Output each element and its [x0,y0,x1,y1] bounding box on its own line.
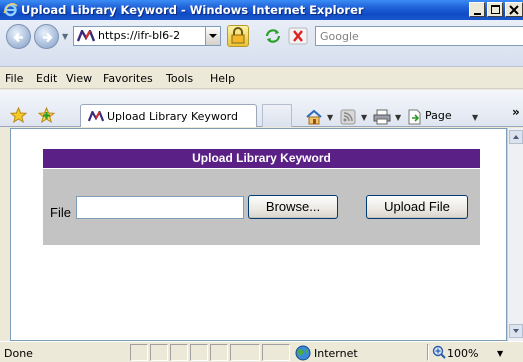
status-cell [150,344,168,361]
menu-file[interactable]: File [5,72,23,85]
vertical-scrollbar[interactable] [507,128,523,341]
file-path-input[interactable] [76,196,244,219]
maximize-button[interactable] [487,2,503,17]
close-button[interactable] [505,2,523,17]
rss-feed-icon [340,109,356,125]
status-text: Done [4,347,33,360]
new-tab-button[interactable] [262,104,292,127]
menu-view[interactable]: View [66,72,92,85]
address-bar[interactable]: https://ifr-bl6-2 [73,26,221,46]
page-icon [408,109,421,125]
close-icon [509,5,519,15]
home-button[interactable] [305,109,323,128]
minimize-button[interactable] [469,2,485,17]
zoom-icon [432,345,446,359]
chevron-up-icon [513,135,519,139]
status-cell [230,344,260,361]
tab-bar: Upload Library Keyword ▼ ▼ ▼ Page ▼ » [0,90,523,127]
home-icon [306,109,322,125]
page-dropdown-caret[interactable]: ▼ [472,113,478,122]
ie-logo-icon [3,3,18,17]
zone-label: Internet [314,347,358,360]
zoom-dropdown-caret[interactable]: ▼ [497,349,503,358]
scroll-down-button[interactable] [509,324,523,338]
lock-icon [231,27,245,44]
search-input[interactable]: Google [315,26,523,46]
minimize-icon [474,13,481,15]
site-favicon-icon [77,30,95,42]
refresh-icon[interactable] [263,27,283,45]
home-dropdown-caret[interactable]: ▼ [327,113,333,122]
favorites-star-icon[interactable] [10,107,27,123]
window-title: Upload Library Keyword - Windows Interne… [21,3,364,17]
print-button[interactable] [373,109,391,128]
feeds-button[interactable] [340,109,356,128]
add-favorites-icon[interactable] [38,107,55,123]
status-divider [427,344,429,361]
status-cell [190,344,208,361]
title-bar: Upload Library Keyword - Windows Interne… [0,0,523,20]
status-cell [170,344,188,361]
tab-label: Upload Library Keyword [107,110,238,123]
menu-help[interactable]: Help [210,72,235,85]
back-arrow-icon [13,32,23,43]
back-button[interactable] [6,24,31,49]
address-input[interactable]: https://ifr-bl6-2 [98,29,180,42]
status-cell [210,344,228,361]
site-favicon-icon [88,111,104,122]
menu-bar: File Edit View Favorites Tools Help [0,67,523,89]
status-bar: Done Internet 100% ▼ [0,341,523,362]
forward-button[interactable] [34,24,59,49]
upload-file-button[interactable]: Upload File [366,195,468,219]
chevron-down-icon [209,34,217,38]
page-content: Upload Library Keyword File Browse... Up… [10,128,507,341]
left-frame-strip [0,128,10,341]
menu-tools[interactable]: Tools [166,72,193,85]
printer-icon [373,109,391,125]
chevron-down-icon [513,329,519,333]
security-zone[interactable]: Internet [295,345,358,362]
print-dropdown-caret[interactable]: ▼ [395,113,401,122]
status-cell [262,344,290,361]
file-label: File [50,205,71,220]
zoom-control[interactable]: 100% [432,345,478,362]
page-menu-label: Page [425,109,452,122]
navigation-bar: ▼ https://ifr-bl6-2 Google [0,20,523,67]
tab-upload-library-keyword[interactable]: Upload Library Keyword [80,104,257,127]
page-menu-button[interactable]: Page [406,109,452,128]
upload-form-panel: File Browse... Upload File [43,169,480,245]
toolbar-overflow-chevron[interactable]: » [512,105,520,119]
zoom-level: 100% [447,347,479,360]
address-dropdown-button[interactable] [205,27,220,45]
forward-arrow-icon [43,32,53,43]
menu-edit[interactable]: Edit [36,72,57,85]
feeds-dropdown-caret[interactable]: ▼ [361,113,367,122]
search-placeholder: Google [320,30,359,43]
stop-icon[interactable] [288,27,308,45]
maximize-icon [491,5,500,14]
browse-button[interactable]: Browse... [248,195,338,219]
page-title: Upload Library Keyword [43,149,480,168]
security-lock-button[interactable] [227,25,249,47]
scroll-up-button[interactable] [509,130,523,144]
globe-icon [295,345,311,361]
menu-favorites[interactable]: Favorites [103,72,153,85]
recent-pages-dropdown[interactable]: ▼ [62,32,68,41]
status-cell [130,344,148,361]
